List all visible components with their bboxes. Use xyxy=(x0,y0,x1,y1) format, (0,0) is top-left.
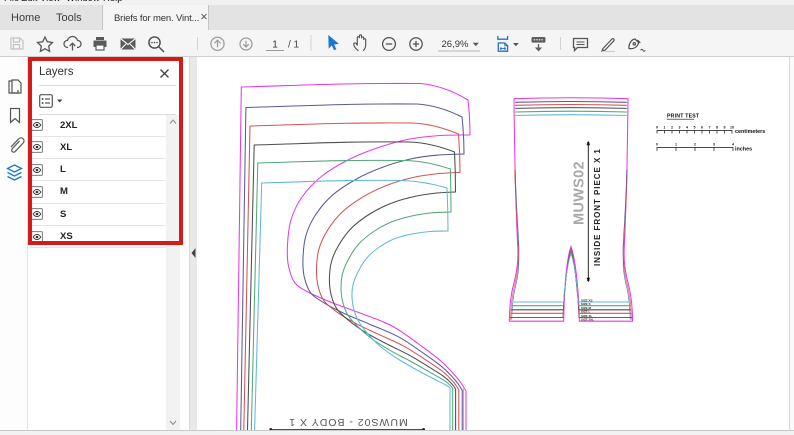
svg-text:1: 1 xyxy=(664,126,666,130)
svg-text:0: 0 xyxy=(656,143,658,147)
svg-text:8: 8 xyxy=(716,126,718,130)
svg-text:1: 1 xyxy=(675,143,677,147)
svg-text:inches: inches xyxy=(735,147,752,153)
svg-text:4: 4 xyxy=(686,126,688,130)
svg-text:SIZE 2XL: SIZE 2XL xyxy=(581,318,594,322)
svg-text:10: 10 xyxy=(730,126,734,130)
svg-text:centimeters: centimeters xyxy=(735,129,765,135)
svg-text:7: 7 xyxy=(709,126,711,130)
svg-text:4: 4 xyxy=(732,143,734,147)
svg-text:2: 2 xyxy=(671,126,673,130)
svg-text:2: 2 xyxy=(694,143,696,147)
svg-text:3: 3 xyxy=(679,126,681,130)
svg-text:PRINT TEST: PRINT TEST xyxy=(667,114,700,120)
svg-text:9: 9 xyxy=(724,126,726,130)
svg-text:6: 6 xyxy=(701,126,703,130)
svg-text:0: 0 xyxy=(656,126,658,130)
svg-text:3: 3 xyxy=(713,143,715,147)
svg-text:MUWS02 - BODY X 1: MUWS02 - BODY X 1 xyxy=(288,416,408,428)
svg-text:5: 5 xyxy=(694,126,696,130)
svg-text:MUWS02: MUWS02 xyxy=(572,161,588,225)
svg-text:INSIDE FRONT PIECE X 1: INSIDE FRONT PIECE X 1 xyxy=(593,148,602,266)
